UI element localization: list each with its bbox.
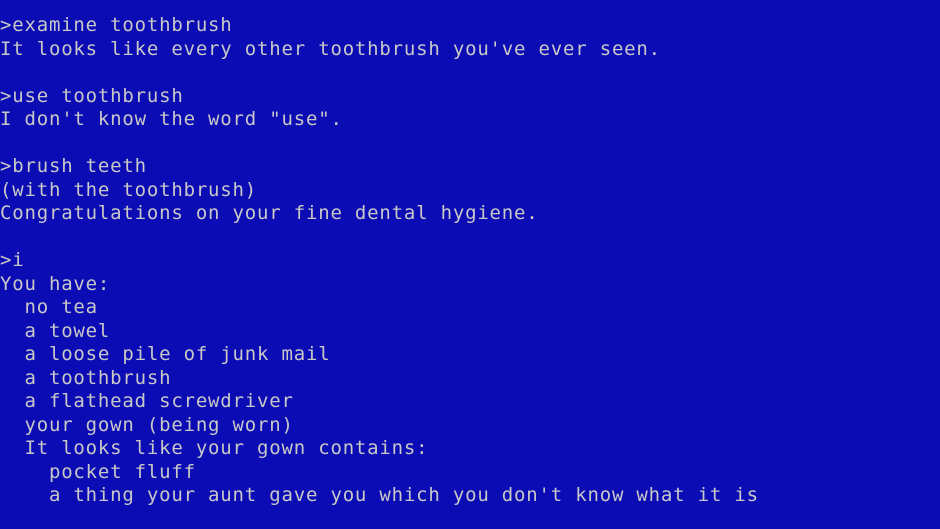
- command-line: >i: [0, 249, 25, 271]
- transcript: >examine toothbrush It looks like every …: [0, 14, 759, 508]
- inventory-item: a flathead screwdriver: [0, 390, 294, 412]
- terminal-screen[interactable]: >examine toothbrush It looks like every …: [0, 0, 940, 529]
- container-contents-header: It looks like your gown contains:: [0, 437, 429, 459]
- inventory-item: your gown (being worn): [0, 413, 294, 436]
- command-line: >use toothbrush: [0, 84, 184, 107]
- inventory-header: You have:: [0, 272, 111, 295]
- inventory-item: a loose pile of junk mail: [0, 343, 331, 365]
- inventory-item: no tea: [0, 296, 98, 318]
- output-line: I don't know the word "use".: [0, 108, 343, 130]
- inventory-item: a towel: [0, 319, 111, 342]
- command-line: >brush teeth: [0, 155, 147, 177]
- nested-inventory-item: pocket fluff: [0, 460, 196, 483]
- output-line: (with the toothbrush): [0, 178, 258, 201]
- output-line: It looks like every other toothbrush you…: [0, 37, 661, 60]
- inventory-item: a toothbrush: [0, 366, 172, 389]
- nested-inventory-item: a thing your aunt gave you which you don…: [0, 484, 759, 506]
- output-line: Congratulations on your fine dental hygi…: [0, 202, 539, 224]
- command-line: >examine toothbrush: [0, 14, 233, 36]
